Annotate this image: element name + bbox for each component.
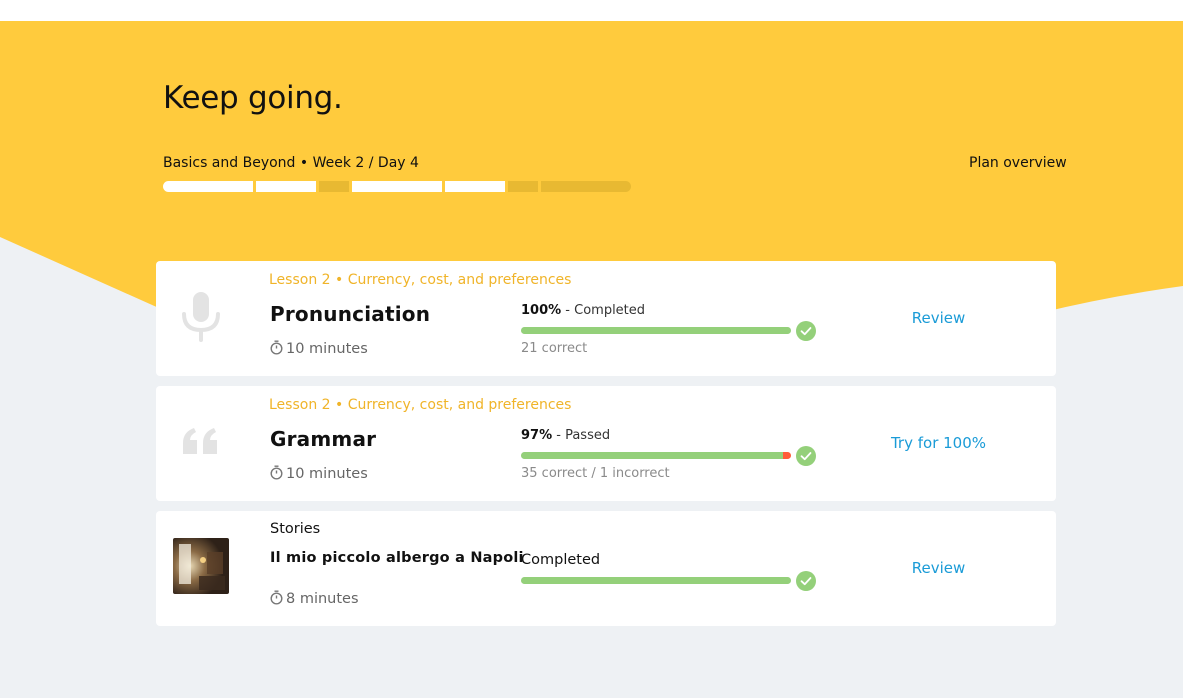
plan-progress-bar (163, 181, 631, 192)
lesson-label: Lesson 2 • Currency, cost, and preferenc… (269, 272, 572, 288)
review-button[interactable]: Review (856, 559, 1021, 577)
stopwatch-icon (270, 465, 283, 480)
story-card[interactable]: Stories Il mio piccolo albergo a Napoli … (156, 511, 1056, 626)
duration-text: 10 minutes (286, 466, 368, 482)
plan-progress-segment (445, 181, 505, 192)
plan-progress-segment (541, 181, 631, 192)
microphone-icon (172, 287, 230, 345)
progress-fill-correct (521, 327, 791, 334)
lesson-title: Pronunciation (270, 302, 431, 326)
stopwatch-icon (270, 340, 283, 355)
card-category: Stories (270, 521, 321, 537)
progress-track (521, 452, 791, 459)
check-icon (796, 571, 816, 591)
status-label: - Completed (561, 303, 646, 318)
lesson-card-pronunciation[interactable]: Lesson 2 • Currency, cost, and preferenc… (156, 261, 1056, 376)
status-percent: 97% (521, 428, 553, 443)
status-text: 100% - Completed (521, 303, 645, 318)
plan-progress-segment (256, 181, 316, 192)
check-icon (796, 321, 816, 341)
duration-text: 10 minutes (286, 341, 368, 357)
duration-text: 8 minutes (286, 591, 359, 607)
status-text: 97% - Passed (521, 428, 610, 443)
story-title: Il mio piccolo albergo a Napoli (270, 550, 524, 566)
lesson-card-grammar[interactable]: Lesson 2 • Currency, cost, and preferenc… (156, 386, 1056, 501)
plan-progress-segment (508, 181, 538, 192)
status-text: Completed (521, 552, 601, 568)
try-again-button[interactable]: Try for 100% (856, 434, 1021, 452)
stopwatch-icon (270, 590, 283, 605)
plan-progress-segment (319, 181, 349, 192)
score-details: 21 correct (521, 341, 588, 356)
progress-fill-correct (521, 452, 783, 459)
plan-name: Basics and Beyond • Week 2 / Day 4 (163, 155, 419, 171)
duration: 10 minutes (270, 340, 368, 357)
progress-track (521, 577, 791, 584)
score-details: 35 correct / 1 incorrect (521, 466, 670, 481)
review-button[interactable]: Review (856, 309, 1021, 327)
progress-fill-correct (521, 577, 791, 584)
page-title: Keep going. (163, 80, 343, 116)
lesson-title: Grammar (270, 427, 377, 451)
lesson-label: Lesson 2 • Currency, cost, and preferenc… (269, 397, 572, 413)
progress-fill-incorrect (782, 452, 791, 459)
duration: 10 minutes (270, 465, 368, 482)
progress-track (521, 327, 791, 334)
plan-overview-link[interactable]: Plan overview (969, 155, 1067, 171)
plan-progress-segment (352, 181, 442, 192)
story-thumbnail (172, 537, 230, 595)
status-percent: 100% (521, 303, 562, 318)
check-icon (796, 446, 816, 466)
duration: 8 minutes (270, 590, 359, 607)
top-bar (0, 0, 1183, 21)
status-label: - Passed (552, 428, 611, 443)
quote-icon (172, 412, 230, 470)
plan-progress-segment (163, 181, 253, 192)
